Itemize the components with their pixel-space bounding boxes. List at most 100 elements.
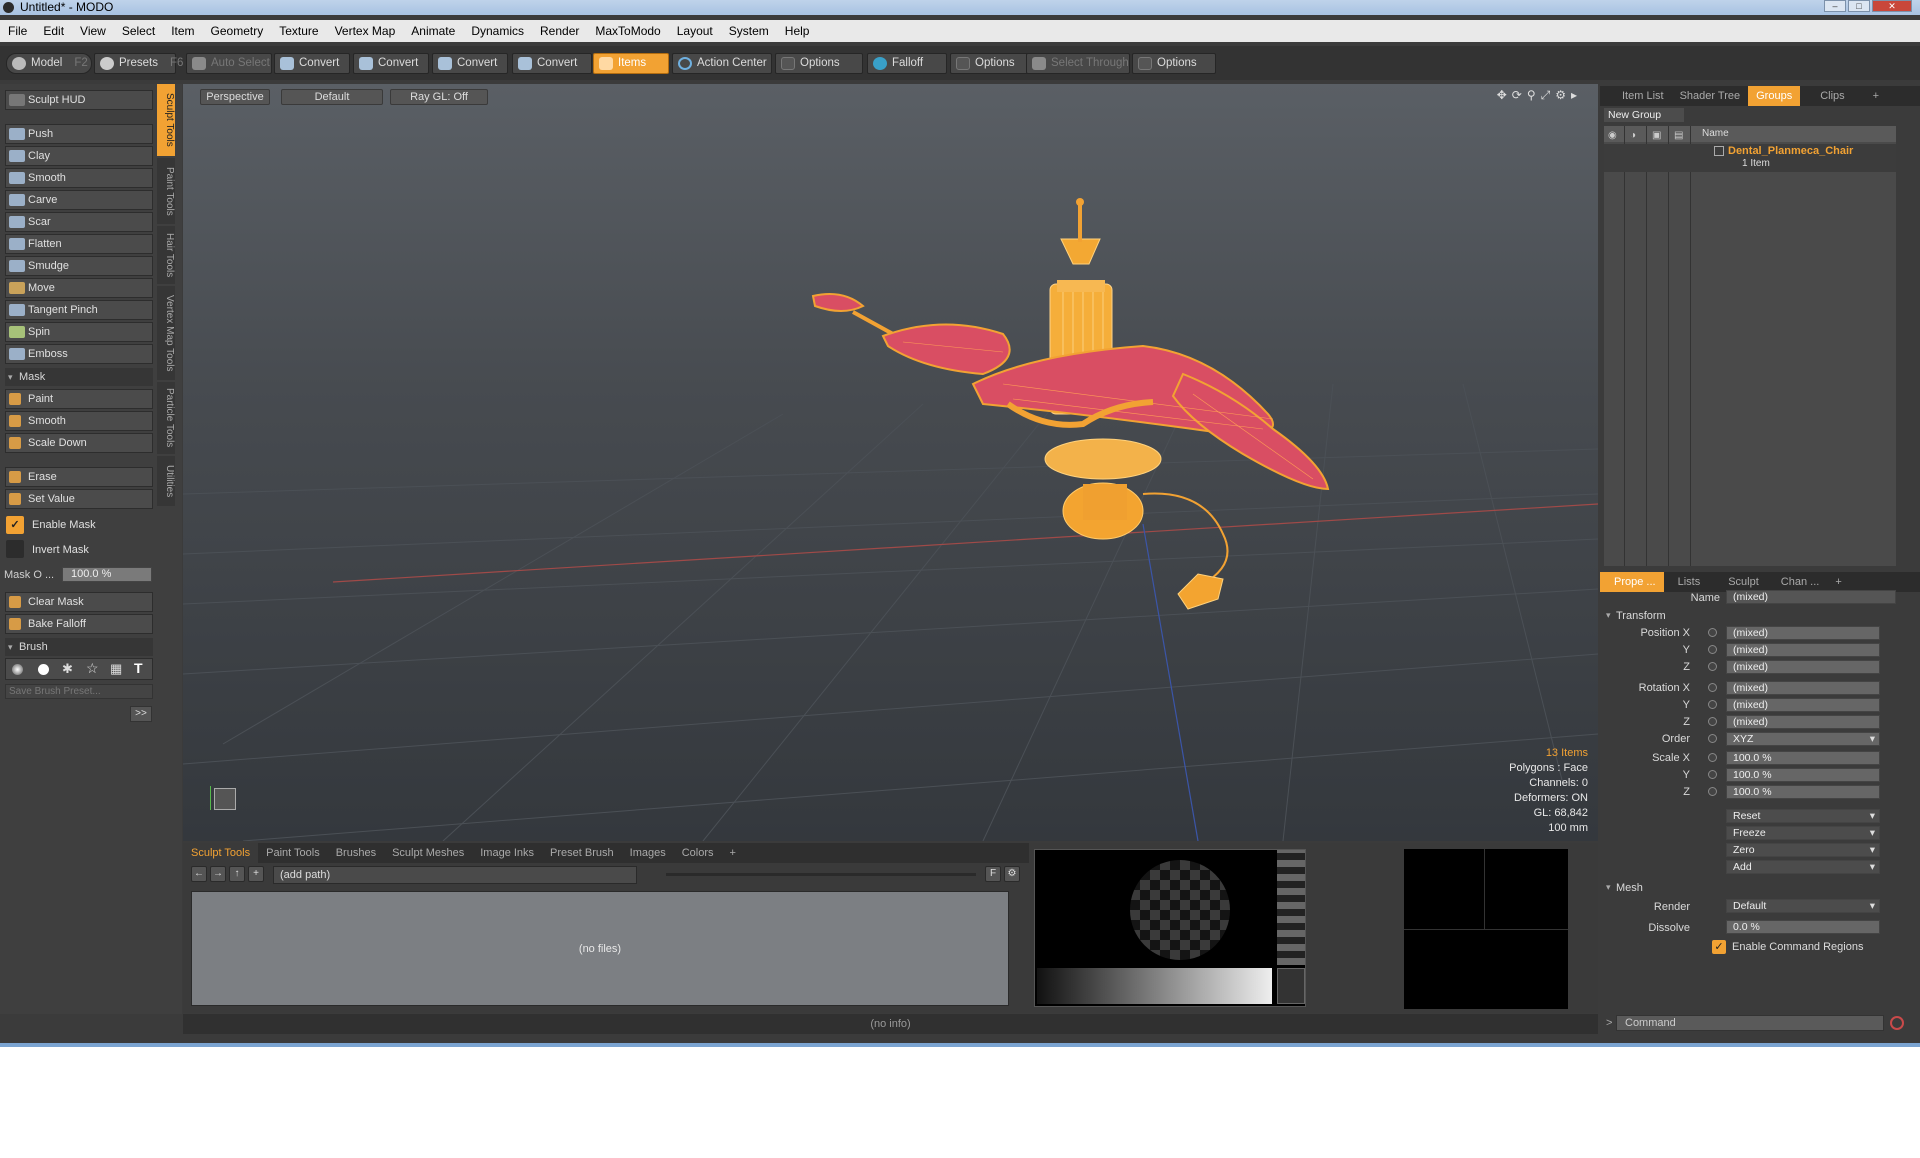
- select-icon[interactable]: ▤: [1674, 128, 1683, 144]
- tab-preset-brush[interactable]: Preset Brush: [542, 843, 622, 863]
- tool-flatten[interactable]: Flatten: [5, 234, 153, 254]
- position-z-field[interactable]: (mixed): [1726, 660, 1880, 674]
- tab-item-list[interactable]: Item List: [1600, 86, 1672, 106]
- scale-z-field[interactable]: 100.0 %: [1726, 785, 1880, 799]
- model-button[interactable]: Model F2: [6, 53, 92, 74]
- scale-x-field[interactable]: 100.0 %: [1726, 751, 1880, 765]
- add-path-icon[interactable]: +: [248, 866, 264, 882]
- tab-paint-tools[interactable]: Paint Tools: [258, 843, 328, 863]
- close-button[interactable]: ✕: [1872, 0, 1912, 12]
- tab-colors[interactable]: Colors: [674, 843, 722, 863]
- order-keyframe[interactable]: [1708, 734, 1717, 743]
- tool-tangent-pinch[interactable]: Tangent Pinch: [5, 300, 153, 320]
- tool-scar[interactable]: Scar: [5, 212, 153, 232]
- command-history-icon[interactable]: [1890, 1016, 1904, 1030]
- forward-icon[interactable]: →: [210, 866, 226, 882]
- items-button[interactable]: Items: [593, 53, 669, 74]
- menu-texture[interactable]: Texture: [271, 20, 326, 42]
- filter-icon[interactable]: F: [985, 866, 1001, 882]
- preview-scrollbar[interactable]: [1277, 850, 1305, 965]
- clear-mask-button[interactable]: Clear Mask: [5, 592, 153, 612]
- tab-groups[interactable]: Groups: [1748, 86, 1801, 106]
- falloff-button[interactable]: Falloff: [867, 53, 947, 74]
- menu-view[interactable]: View: [72, 20, 114, 42]
- menu-file[interactable]: File: [0, 20, 35, 42]
- path-dropdown[interactable]: (add path): [273, 866, 637, 884]
- tool-smooth[interactable]: Smooth: [5, 168, 153, 188]
- enable-command-regions-checkbox[interactable]: ✓: [1712, 940, 1726, 954]
- more-button[interactable]: >>: [130, 706, 152, 722]
- tool-push[interactable]: Push: [5, 124, 153, 144]
- reset-dropdown[interactable]: Reset: [1726, 809, 1880, 823]
- side-tab-sculpt-tools[interactable]: Sculpt Tools: [157, 84, 175, 156]
- enable-mask-checkbox[interactable]: ✓: [6, 516, 24, 534]
- side-tab-particle-tools[interactable]: Particle Tools: [157, 382, 175, 454]
- tab-brushes[interactable]: Brushes: [328, 843, 384, 863]
- preview-swatch[interactable]: [1277, 968, 1305, 1004]
- mask-section-header[interactable]: Mask: [5, 368, 153, 386]
- convert-button-2[interactable]: Convert: [353, 53, 429, 74]
- action-center-button[interactable]: Action Center: [672, 53, 772, 74]
- thumbnail-size-slider[interactable]: [666, 873, 976, 876]
- order-dropdown[interactable]: XYZ: [1726, 732, 1880, 746]
- menu-edit[interactable]: Edit: [35, 20, 72, 42]
- maximize-button[interactable]: □: [1848, 0, 1870, 12]
- render-dropdown[interactable]: Default: [1726, 899, 1880, 913]
- custom-brush-icon[interactable]: ▦: [110, 661, 122, 677]
- tab-sculpt-meshes[interactable]: Sculpt Meshes: [384, 843, 472, 863]
- position-x-keyframe[interactable]: [1708, 628, 1717, 637]
- group-row[interactable]: Dental_Planmeca_Chair 1 Item: [1604, 144, 1896, 172]
- tab-sculpt-tools[interactable]: Sculpt Tools: [183, 843, 259, 863]
- command-input[interactable]: Command: [1616, 1015, 1884, 1031]
- invert-mask-checkbox[interactable]: [6, 540, 24, 558]
- menu-animate[interactable]: Animate: [403, 20, 463, 42]
- side-tab-vertex-map-tools[interactable]: Vertex Map Tools: [157, 286, 175, 380]
- new-group-button[interactable]: New Group: [1604, 108, 1684, 122]
- side-tab-hair-tools[interactable]: Hair Tools: [157, 226, 175, 284]
- position-x-field[interactable]: (mixed): [1726, 626, 1880, 640]
- add-tab-button[interactable]: +: [722, 843, 744, 863]
- menu-item[interactable]: Item: [163, 20, 202, 42]
- dissolve-field[interactable]: 0.0 %: [1726, 920, 1880, 934]
- mesh-section[interactable]: Mesh: [1606, 882, 1643, 894]
- mask-smooth[interactable]: Smooth: [5, 411, 153, 431]
- tab-clips[interactable]: Clips: [1800, 86, 1864, 106]
- mask-scale-down[interactable]: Scale Down: [5, 433, 153, 453]
- sculpt-hud-button[interactable]: Sculpt HUD: [5, 90, 153, 110]
- menu-render[interactable]: Render: [532, 20, 587, 42]
- zero-dropdown[interactable]: Zero: [1726, 843, 1880, 857]
- menu-maxtomodo[interactable]: MaxToModo: [587, 20, 668, 42]
- hard-brush-icon[interactable]: [38, 664, 49, 675]
- tab-image-inks[interactable]: Image Inks: [472, 843, 542, 863]
- erase-button[interactable]: Erase: [5, 467, 153, 487]
- tool-emboss[interactable]: Emboss: [5, 344, 153, 364]
- back-icon[interactable]: ←: [191, 866, 207, 882]
- set-value-button[interactable]: Set Value: [5, 489, 153, 509]
- soft-brush-icon[interactable]: [12, 664, 23, 675]
- falloff-options-button[interactable]: Options: [950, 53, 1030, 74]
- lock-icon[interactable]: ▣: [1652, 128, 1661, 144]
- tool-smudge[interactable]: Smudge: [5, 256, 153, 276]
- save-brush-preset-field[interactable]: Save Brush Preset...: [5, 684, 153, 699]
- rotation-y-keyframe[interactable]: [1708, 700, 1717, 709]
- side-tab-utilities[interactable]: Utilities: [157, 456, 175, 506]
- position-y-field[interactable]: (mixed): [1726, 643, 1880, 657]
- menu-dynamics[interactable]: Dynamics: [463, 20, 532, 42]
- bake-falloff-button[interactable]: Bake Falloff: [5, 614, 153, 634]
- scale-x-keyframe[interactable]: [1708, 753, 1717, 762]
- side-tab-paint-tools[interactable]: Paint Tools: [157, 158, 175, 224]
- menu-select[interactable]: Select: [114, 20, 163, 42]
- rotation-z-keyframe[interactable]: [1708, 717, 1717, 726]
- name-field[interactable]: (mixed): [1726, 590, 1896, 604]
- 3d-viewport[interactable]: Perspective Default Ray GL: Off ✥⟳⚲⤢⚙▸ 1…: [183, 84, 1598, 841]
- action-center-options-button[interactable]: Options: [775, 53, 863, 74]
- scale-y-keyframe[interactable]: [1708, 770, 1717, 779]
- mask-paint[interactable]: Paint: [5, 389, 153, 409]
- rotation-x-keyframe[interactable]: [1708, 683, 1717, 692]
- convert-button-4[interactable]: Convert: [512, 53, 592, 74]
- tool-clay[interactable]: Clay: [5, 146, 153, 166]
- menu-system[interactable]: System: [721, 20, 777, 42]
- select-through-options-button[interactable]: Options: [1132, 53, 1216, 74]
- scale-y-field[interactable]: 100.0 %: [1726, 768, 1880, 782]
- brush-section-header[interactable]: Brush: [5, 638, 153, 656]
